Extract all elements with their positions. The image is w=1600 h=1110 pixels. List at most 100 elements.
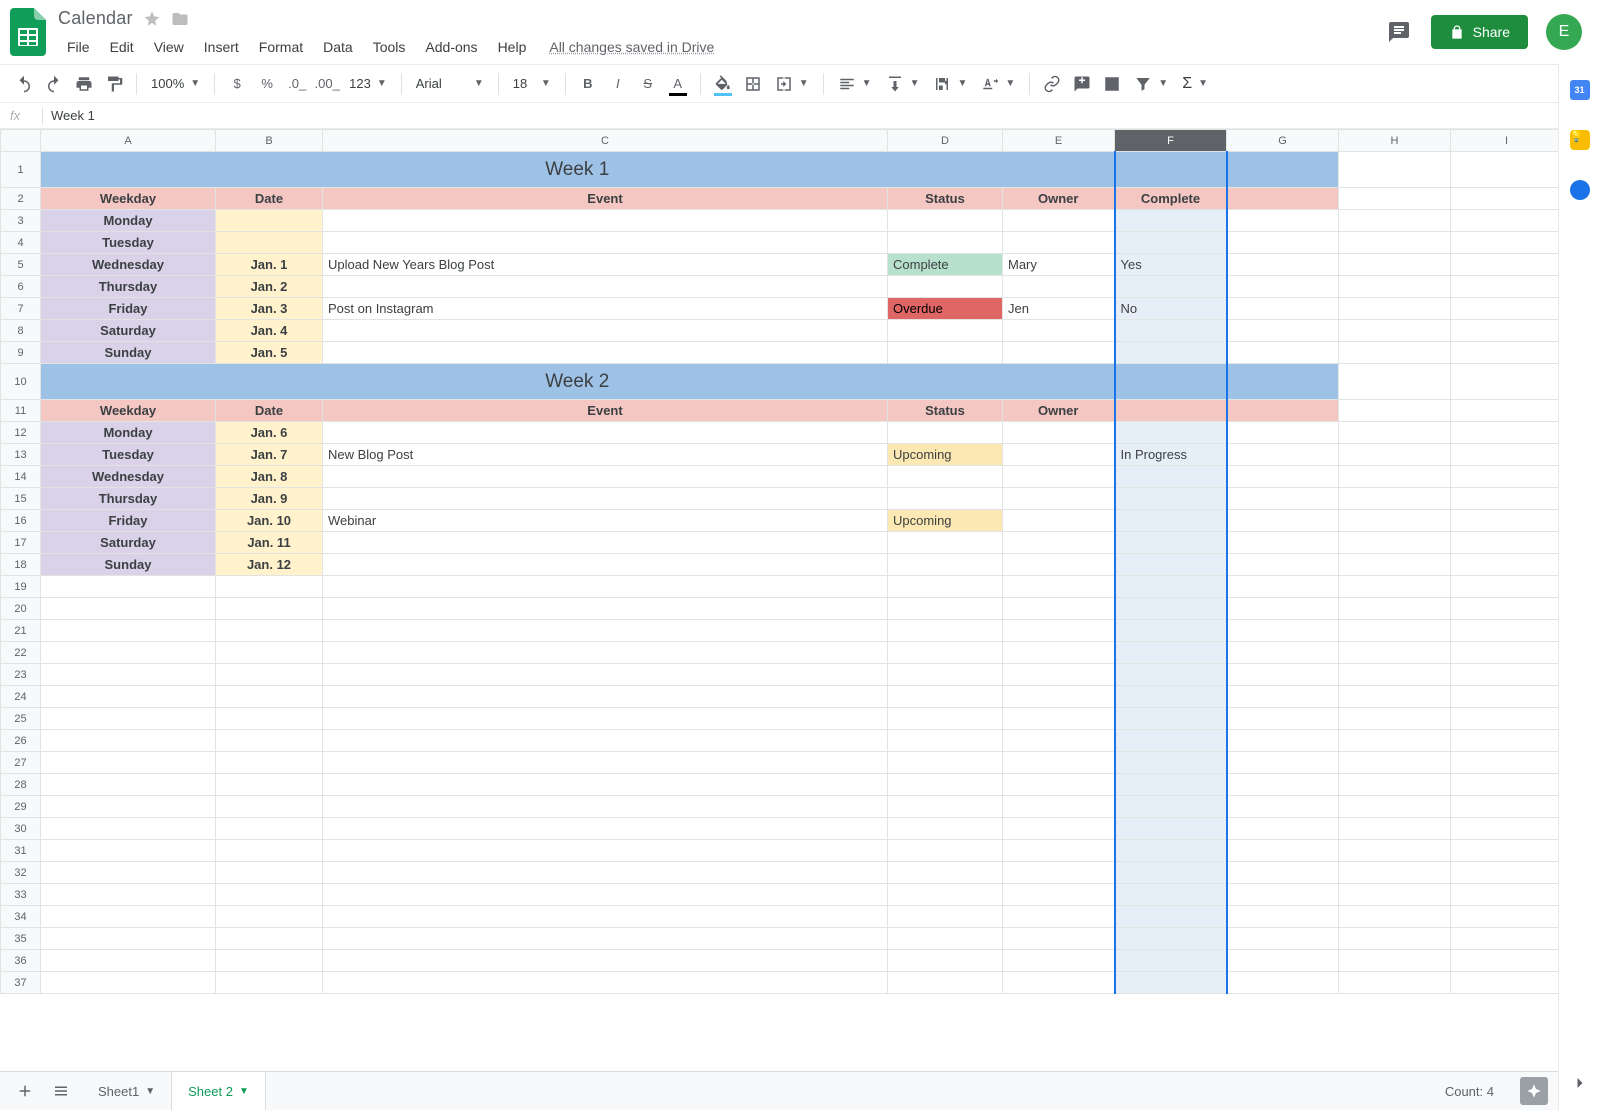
row-header-22[interactable]: 22 [1,642,41,664]
cell-11-D[interactable]: Status [888,400,1003,422]
cell-8-I[interactable] [1451,320,1559,342]
cell-4-F[interactable] [1115,232,1227,254]
cell-33-E[interactable] [1003,884,1115,906]
cell-19-I[interactable] [1451,576,1559,598]
zoom-select[interactable]: 100%▼ [145,70,206,98]
decrease-decimal-button[interactable]: .0_ [283,70,311,98]
cell-29-A[interactable] [41,796,216,818]
cell-22-E[interactable] [1003,642,1115,664]
cell-35-I[interactable] [1451,928,1559,950]
cell-25-I[interactable] [1451,708,1559,730]
row-header-12[interactable]: 12 [1,422,41,444]
cell-17-D[interactable] [888,532,1003,554]
cell-28-A[interactable] [41,774,216,796]
cell-26-G[interactable] [1227,730,1339,752]
row-header-37[interactable]: 37 [1,972,41,994]
row-header-25[interactable]: 25 [1,708,41,730]
cell-14-D[interactable] [888,466,1003,488]
cell-12-A[interactable]: Monday [41,422,216,444]
cell-17-I[interactable] [1451,532,1559,554]
font-size-select[interactable]: 18▼ [507,70,557,98]
cell-6-F[interactable] [1115,276,1227,298]
bold-button[interactable]: B [574,70,602,98]
cell-36-B[interactable] [216,950,323,972]
cell-25-D[interactable] [888,708,1003,730]
cell-13-I[interactable] [1451,444,1559,466]
cell-32-F[interactable] [1115,862,1227,884]
cell-15-I[interactable] [1451,488,1559,510]
cell-29-H[interactable] [1339,796,1451,818]
row-header-35[interactable]: 35 [1,928,41,950]
format-currency-button[interactable]: $ [223,70,251,98]
explore-button[interactable] [1520,1077,1548,1105]
cell-11-H[interactable] [1339,400,1451,422]
cell-11-A[interactable]: Weekday [41,400,216,422]
vertical-align-button[interactable]: ▼ [880,70,926,98]
cell-23-A[interactable] [41,664,216,686]
cell-22-D[interactable] [888,642,1003,664]
cell-36-A[interactable] [41,950,216,972]
insert-chart-button[interactable] [1098,70,1126,98]
cell-5-D[interactable]: Complete [888,254,1003,276]
row-header-6[interactable]: 6 [1,276,41,298]
cell-8-C[interactable] [323,320,888,342]
cell-29-F[interactable] [1115,796,1227,818]
cell-1-G[interactable] [1227,152,1339,188]
cell-37-G[interactable] [1227,972,1339,994]
cell-3-F[interactable] [1115,210,1227,232]
cell-22-H[interactable] [1339,642,1451,664]
cell-11-B[interactable]: Date [216,400,323,422]
cell-17-A[interactable]: Saturday [41,532,216,554]
cell-5-B[interactable]: Jan. 1 [216,254,323,276]
cell-11-G[interactable] [1227,400,1339,422]
row-header-16[interactable]: 16 [1,510,41,532]
cell-2-H[interactable] [1339,188,1451,210]
cell-36-C[interactable] [323,950,888,972]
cell-28-B[interactable] [216,774,323,796]
cell-31-E[interactable] [1003,840,1115,862]
increase-decimal-button[interactable]: .00_ [313,70,341,98]
cell-22-C[interactable] [323,642,888,664]
cell-3-D[interactable] [888,210,1003,232]
cell-27-B[interactable] [216,752,323,774]
cell-27-A[interactable] [41,752,216,774]
cell-25-C[interactable] [323,708,888,730]
row-header-29[interactable]: 29 [1,796,41,818]
cell-28-I[interactable] [1451,774,1559,796]
cell-31-D[interactable] [888,840,1003,862]
cell-35-E[interactable] [1003,928,1115,950]
cell-23-E[interactable] [1003,664,1115,686]
cell-19-F[interactable] [1115,576,1227,598]
cell-2-F[interactable]: Complete [1115,188,1227,210]
cell-17-F[interactable] [1115,532,1227,554]
cell-35-H[interactable] [1339,928,1451,950]
cell-9-A[interactable]: Sunday [41,342,216,364]
cell-27-D[interactable] [888,752,1003,774]
select-all-cell[interactable] [1,130,41,152]
row-header-24[interactable]: 24 [1,686,41,708]
row-header-3[interactable]: 3 [1,210,41,232]
cell-10-merged[interactable]: Week 2 [41,364,1115,400]
cell-16-H[interactable] [1339,510,1451,532]
cell-13-C[interactable]: New Blog Post [323,444,888,466]
cell-19-B[interactable] [216,576,323,598]
cell-28-C[interactable] [323,774,888,796]
cell-3-C[interactable] [323,210,888,232]
cell-21-B[interactable] [216,620,323,642]
row-header-8[interactable]: 8 [1,320,41,342]
cell-18-F[interactable] [1115,554,1227,576]
cell-37-H[interactable] [1339,972,1451,994]
cell-6-D[interactable] [888,276,1003,298]
cell-32-A[interactable] [41,862,216,884]
cell-27-F[interactable] [1115,752,1227,774]
cell-9-F[interactable] [1115,342,1227,364]
cell-12-E[interactable] [1003,422,1115,444]
cell-5-F[interactable]: Yes [1115,254,1227,276]
cell-19-G[interactable] [1227,576,1339,598]
cell-2-G[interactable] [1227,188,1339,210]
cell-21-H[interactable] [1339,620,1451,642]
cell-26-E[interactable] [1003,730,1115,752]
account-avatar[interactable]: E [1546,14,1582,50]
merge-cells-button[interactable]: ▼ [769,70,815,98]
cell-17-H[interactable] [1339,532,1451,554]
